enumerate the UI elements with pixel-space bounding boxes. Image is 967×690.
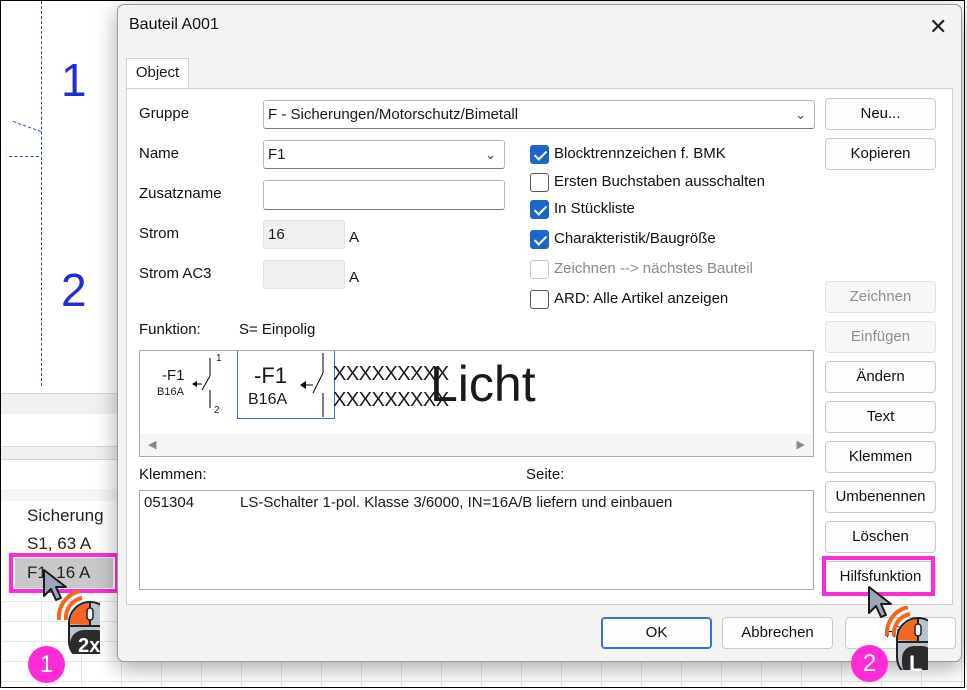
checkbox-label: In Stückliste: [554, 200, 635, 217]
table-header-sicherung: Sicherung: [27, 506, 104, 525]
checkbox-label: Blocktrennzeichen f. BMK: [554, 145, 726, 162]
preview-text: Licht: [430, 356, 536, 412]
scroll-left-icon[interactable]: ◀: [148, 438, 156, 451]
kopieren-button[interactable]: Kopieren: [825, 138, 936, 170]
preview-small-sub: B16A: [157, 386, 184, 398]
breaker-symbol-small: [192, 358, 211, 408]
tab-object[interactable]: Object: [126, 58, 189, 89]
article-list[interactable]: 051304 LS-Schalter 1-pol. Klasse 3/6000,…: [139, 490, 814, 590]
zone-number-1: 1: [61, 54, 87, 106]
checkbox-label: Zeichnen --> nächstes Bauteil: [554, 260, 753, 277]
strom-value: 16: [268, 226, 285, 243]
checkbox-box: [530, 200, 549, 219]
checkbox-box: [530, 260, 549, 279]
article-description: LS-Schalter 1-pol. Klasse 3/6000, IN=16A…: [240, 494, 673, 511]
close-icon[interactable]: ✕: [929, 14, 947, 40]
aendern-button[interactable]: Ändern: [825, 361, 936, 393]
checkbox-box: [530, 230, 549, 249]
strom-unit: A: [349, 229, 360, 246]
toolbar-strip: [1, 393, 121, 414]
label-funktion: Funktion:: [139, 321, 201, 338]
checkbox-label: Ersten Buchstaben ausschalten: [554, 173, 765, 190]
checkbox-box: [530, 290, 549, 309]
preview-big-tag: -F1: [254, 363, 287, 388]
breaker-symbol-large: [300, 353, 324, 417]
neu-button[interactable]: Neu...: [825, 98, 936, 130]
step-badge-2: 2: [851, 645, 888, 682]
zeichnen-button: Zeichnen: [825, 281, 936, 313]
preview-big-sub: B16A: [248, 391, 288, 408]
strom-ac3-field[interactable]: [263, 260, 345, 289]
checkbox-label: ARD: Alle Artikel anzeigen: [554, 290, 729, 307]
preview-scrollbar[interactable]: ◀ ▶: [140, 434, 813, 456]
wire-segment: [9, 156, 39, 158]
zusatzname-field[interactable]: [263, 180, 505, 210]
gruppe-select[interactable]: F - Sicherungen/Motorschutz/Bimetall ⌄: [263, 100, 815, 129]
symbol-preview[interactable]: -F1 B16A 1 2 -F1 B16A XXXXXXXXX XXXXXXXX…: [139, 350, 814, 457]
table-header-strip: [1, 489, 121, 501]
loeschen-button[interactable]: Löschen: [825, 521, 936, 553]
funktion-value: S= Einpolig: [239, 321, 316, 338]
checkbox-box: [530, 145, 549, 164]
chevron-down-icon: ⌄: [485, 147, 496, 162]
klemmen-button[interactable]: Klemmen: [825, 441, 936, 473]
table-row[interactable]: S1, 63 A: [27, 534, 91, 554]
ok-button[interactable]: OK: [601, 617, 712, 649]
left-click-label: L: [909, 651, 923, 676]
label-zusatzname: Zusatzname: [139, 185, 222, 202]
dialog-title: Bauteil A001: [129, 16, 219, 33]
strom-ac3-unit: A: [349, 269, 360, 286]
name-value: F1: [268, 146, 286, 163]
article-number: 051304: [144, 494, 195, 511]
scroll-right-icon[interactable]: ▶: [797, 438, 805, 451]
umbenennen-button[interactable]: Umbenennen: [825, 481, 936, 513]
text-button[interactable]: Text: [825, 401, 936, 433]
label-klemmen: Klemmen:: [139, 466, 207, 483]
name-combobox[interactable]: F1 ⌄: [263, 140, 505, 169]
abbrechen-button[interactable]: Abbrechen: [722, 617, 833, 649]
strom-field[interactable]: 16: [263, 220, 345, 249]
label-seite: Seite:: [526, 466, 565, 483]
einfuegen-button: Einfügen: [825, 321, 936, 353]
zone-divider: [41, 1, 42, 386]
label-gruppe: Gruppe: [139, 105, 190, 122]
checkbox-box: [530, 173, 549, 192]
preview-small-tag: -F1: [162, 367, 185, 384]
gruppe-value: F - Sicherungen/Motorschutz/Bimetall: [268, 106, 519, 123]
list-item[interactable]: 051304 LS-Schalter 1-pol. Klasse 3/6000,…: [144, 494, 804, 516]
label-strom: Strom: [139, 225, 180, 242]
step-badge-1: 1: [28, 646, 65, 683]
label-name: Name: [139, 145, 180, 162]
chevron-down-icon: ⌄: [795, 107, 806, 122]
zone-number-2: 2: [61, 264, 87, 316]
double-click-label: 2x: [78, 635, 101, 657]
checkbox-label: Charakteristik/Baugröße: [554, 230, 716, 247]
wire-segment: [13, 120, 41, 173]
toolbar-strip: [1, 446, 121, 460]
label-strom-ac3: Strom AC3: [139, 265, 212, 282]
